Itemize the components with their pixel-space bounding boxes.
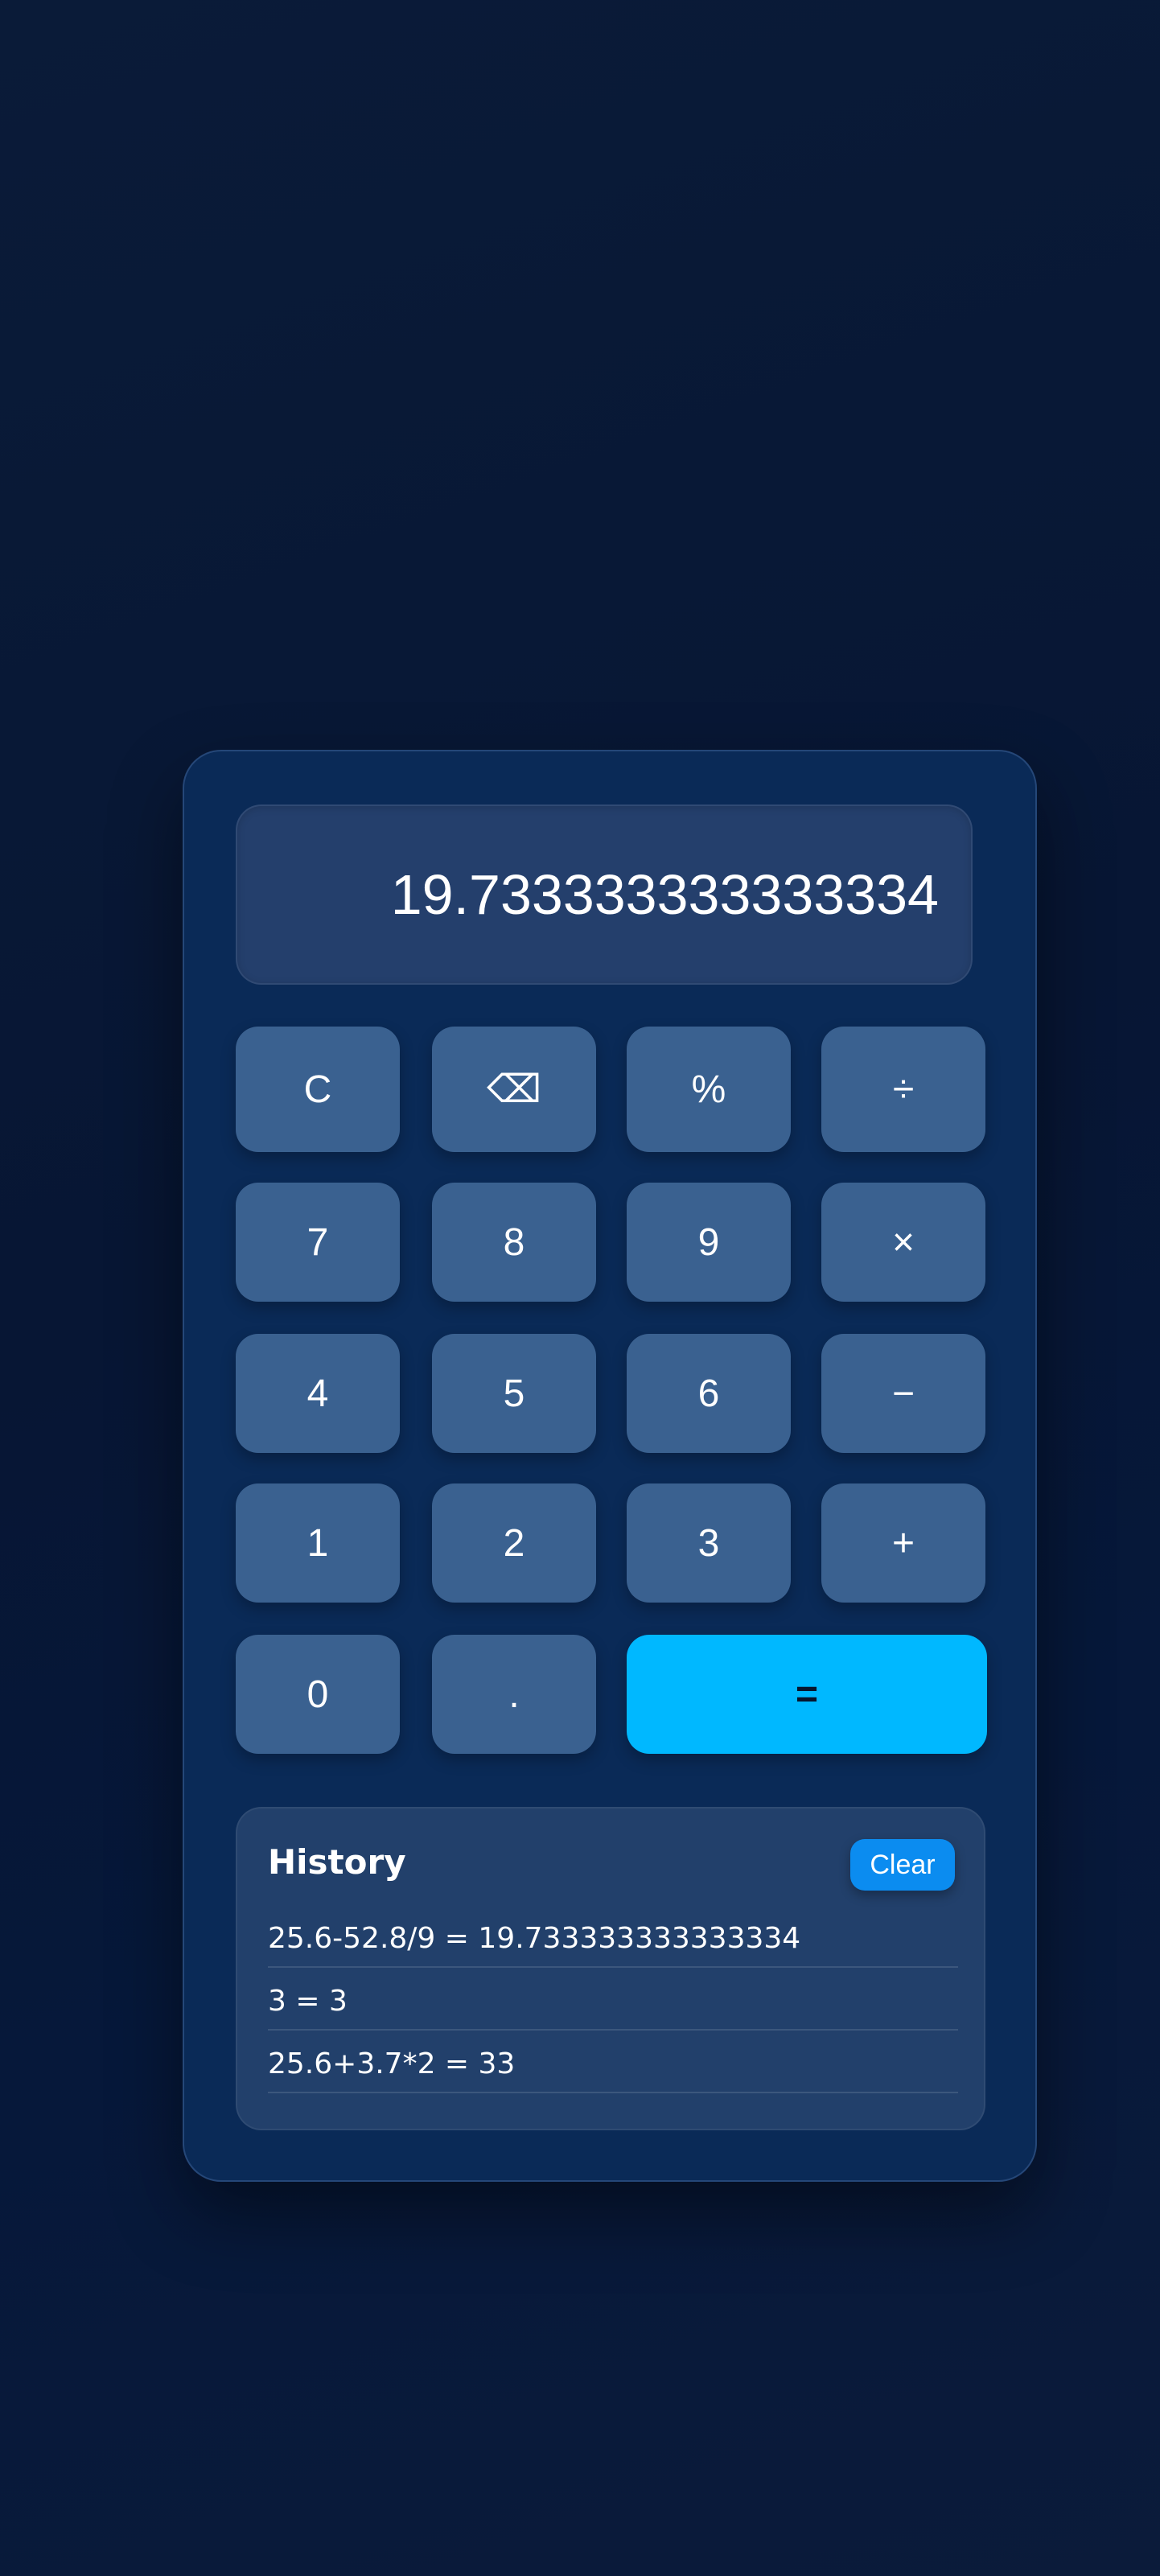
- add-key[interactable]: +: [821, 1483, 985, 1603]
- percent-key[interactable]: %: [627, 1027, 791, 1152]
- history-item[interactable]: 25.6+3.7*2 = 33: [268, 2032, 958, 2093]
- six-key[interactable]: 6: [627, 1334, 791, 1453]
- history-panel: History Clear 25.6-52.8/9 = 19.733333333…: [236, 1807, 985, 2130]
- display-value: 19.733333333333334: [390, 863, 939, 926]
- nine-key[interactable]: 9: [627, 1183, 791, 1302]
- history-list: 25.6-52.8/9 = 19.733333333333334 3 = 3 2…: [268, 1907, 958, 2093]
- divide-key[interactable]: ÷: [821, 1027, 985, 1152]
- history-item[interactable]: 3 = 3: [268, 1969, 958, 2031]
- one-key[interactable]: 1: [236, 1483, 400, 1603]
- eight-key[interactable]: 8: [432, 1183, 596, 1302]
- history-item[interactable]: 25.6-52.8/9 = 19.733333333333334: [268, 1907, 958, 1968]
- calculator-display: 19.733333333333334: [236, 804, 973, 985]
- seven-key[interactable]: 7: [236, 1183, 400, 1302]
- four-key[interactable]: 4: [236, 1334, 400, 1453]
- equals-key[interactable]: =: [627, 1635, 987, 1754]
- zero-key[interactable]: 0: [236, 1635, 400, 1754]
- clear-key[interactable]: C: [236, 1027, 400, 1152]
- subtract-key[interactable]: −: [821, 1334, 985, 1453]
- history-title: History: [268, 1842, 406, 1882]
- two-key[interactable]: 2: [432, 1483, 596, 1603]
- calculator-card: 19.733333333333334 C ⌫ % ÷ 7 8 9 × 4 5 6…: [183, 750, 1037, 2182]
- five-key[interactable]: 5: [432, 1334, 596, 1453]
- backspace-key[interactable]: ⌫: [432, 1027, 596, 1152]
- clear-history-button[interactable]: Clear: [850, 1839, 955, 1891]
- three-key[interactable]: 3: [627, 1483, 791, 1603]
- multiply-key[interactable]: ×: [821, 1183, 985, 1302]
- decimal-key[interactable]: .: [432, 1635, 596, 1754]
